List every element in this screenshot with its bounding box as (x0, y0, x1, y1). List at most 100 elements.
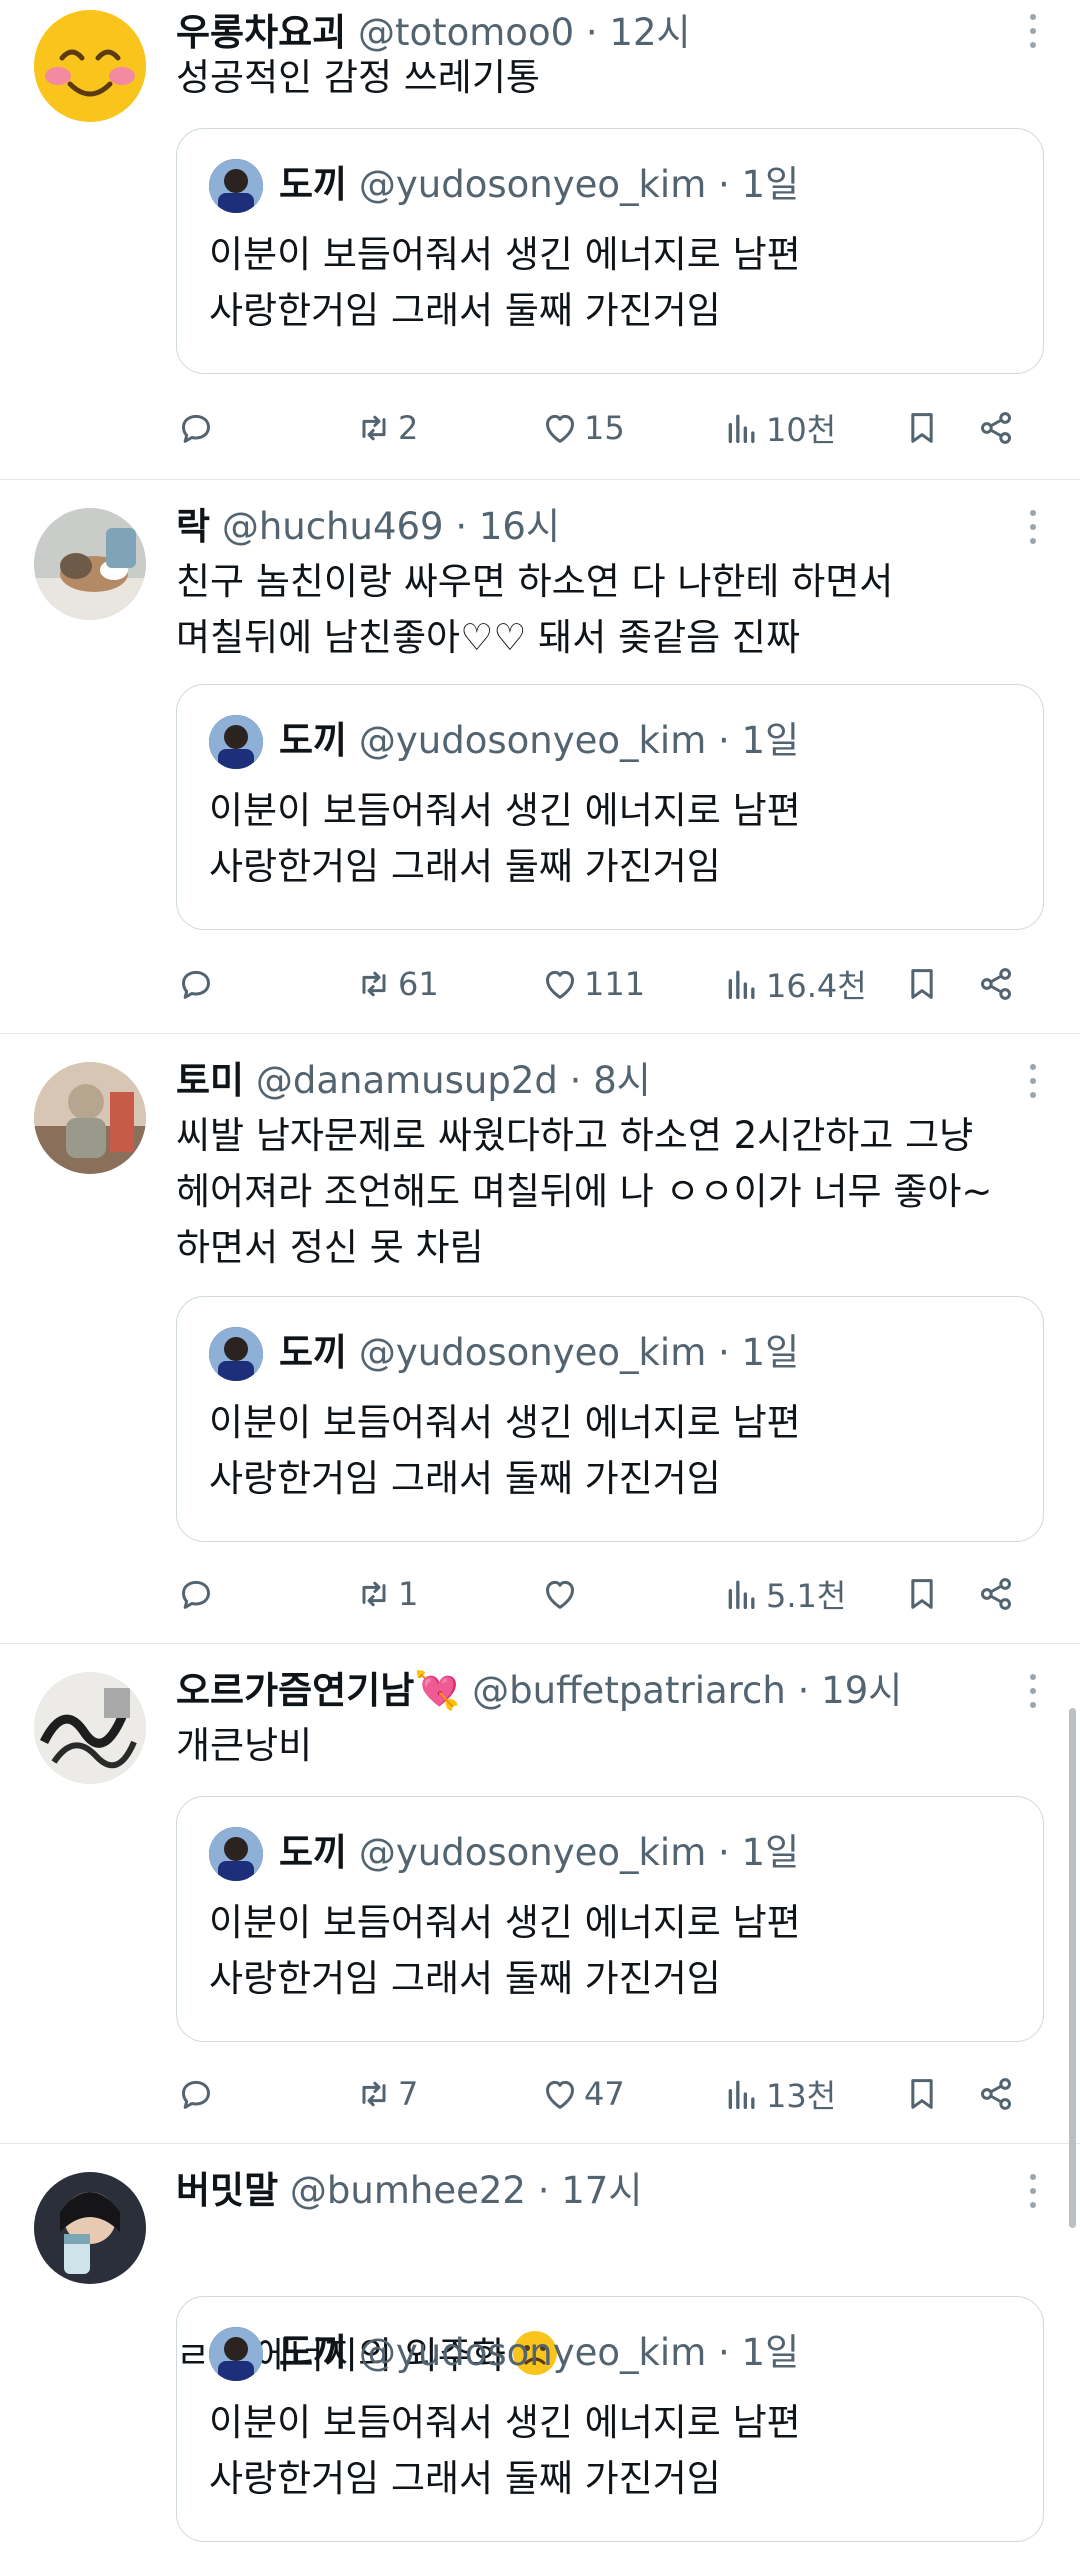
reply-button[interactable] (176, 2064, 220, 2124)
share-button[interactable] (976, 954, 1016, 1014)
reply-icon (182, 414, 210, 443)
avatar[interactable] (34, 1672, 146, 1784)
like-button[interactable]: 47 (540, 2064, 625, 2124)
retweet-button[interactable]: 2 (354, 398, 418, 458)
retweet-button[interactable]: 7 (354, 2064, 418, 2124)
timestamp[interactable]: 19시 (821, 1669, 902, 1712)
bookmark-button[interactable] (902, 1564, 942, 1624)
display-name[interactable]: 토미 (176, 1059, 244, 1102)
quoted-tweet[interactable]: 도끼 @yudosonyeo_kim · 1일 이분이 보듬어줘서 생긴 에너지… (176, 128, 1044, 374)
quoted-timestamp: 1일 (741, 1331, 800, 1374)
more-options-icon[interactable] (1028, 1064, 1038, 1098)
tweet[interactable]: 락 @huchu469 · 16시 친구 놈친이랑 싸우면 하소연 다 나한테 … (0, 480, 1080, 1034)
views-count: 16.4천 (766, 967, 867, 1005)
views-button[interactable]: 16.4천 (722, 954, 867, 1014)
views-chart-icon (728, 1580, 755, 1609)
action-bar: 61 111 16.4천 (176, 954, 1036, 1014)
handle[interactable]: @totomoo0 (358, 11, 574, 54)
avatar[interactable] (34, 1062, 146, 1174)
handle[interactable]: @huchu469 (222, 505, 444, 548)
separator: · (785, 1669, 822, 1712)
retweet-button[interactable]: 1 (354, 1564, 418, 1624)
like-button[interactable]: 15 (540, 398, 625, 458)
quoted-tweet[interactable]: 도끼 @yudosonyeo_kim · 1일 이분이 보듬어줘서 생긴 에너지… (176, 1796, 1044, 2042)
more-options-icon[interactable] (1028, 510, 1038, 544)
display-name[interactable]: 우롱차요괴 (176, 11, 346, 54)
share-icon (981, 968, 1011, 1000)
reply-button[interactable] (176, 954, 220, 1014)
bookmark-button[interactable] (902, 2064, 942, 2124)
views-button[interactable]: 13천 (722, 2064, 836, 2124)
retweet-count: 7 (398, 2075, 419, 2113)
tweet[interactable]: 버밋말 @bumhee22 · 17시 ㄹㅇ 에너지의 외주화 도끼 @yudo… (0, 2144, 1080, 2558)
quoted-tweet[interactable]: 도끼 @yudosonyeo_kim · 1일 이분이 보듬어줘서 생긴 에너지… (176, 2296, 1044, 2542)
quoted-tweet[interactable]: 도끼 @yudosonyeo_kim · 1일 이분이 보듬어줘서 생긴 에너지… (176, 1296, 1044, 1542)
share-icon (981, 2078, 1011, 2110)
like-count: 47 (584, 2075, 625, 2113)
reply-icon (182, 2080, 210, 2109)
reply-button[interactable] (176, 398, 220, 458)
like-button[interactable] (540, 1564, 584, 1624)
quoted-avatar (209, 2327, 263, 2381)
display-name[interactable]: 오르가즘연기남 (176, 1669, 414, 1712)
retweet-button[interactable]: 61 (354, 954, 439, 1014)
share-button[interactable] (976, 2064, 1016, 2124)
quoted-text: 이분이 보듬어줘서 생긴 에너지로 남편 사랑한거임 그래서 둘째 가진거임 (209, 233, 801, 332)
bookmark-button[interactable] (902, 398, 942, 458)
share-icon (981, 412, 1011, 444)
views-button[interactable]: 5.1천 (722, 1564, 846, 1624)
more-options-icon[interactable] (1028, 1674, 1038, 1708)
avatar[interactable] (34, 508, 146, 620)
display-name[interactable]: 락 (176, 505, 210, 548)
handle[interactable]: @danamusup2d (256, 1059, 558, 1102)
quoted-text: 이분이 보듬어줘서 생긴 에너지로 남편 사랑한거임 그래서 둘째 가진거임 (209, 1901, 801, 2000)
retweet-count: 61 (398, 965, 439, 1003)
separator: · (706, 719, 742, 762)
quoted-avatar (209, 715, 263, 769)
avatar[interactable] (34, 10, 146, 122)
heart-icon (546, 2080, 574, 2109)
quoted-tweet[interactable]: 도끼 @yudosonyeo_kim · 1일 이분이 보듬어줘서 생긴 에너지… (176, 684, 1044, 930)
handle[interactable]: @buffetpatriarch (472, 1669, 786, 1712)
quoted-avatar (209, 1327, 263, 1381)
timestamp[interactable]: 8시 (593, 1059, 651, 1102)
tweet-text: 친구 놈친이랑 싸우면 하소연 다 나한테 하면서 며칠뒤에 남친좋아♡♡ 돼서… (176, 560, 894, 659)
share-button[interactable] (976, 398, 1016, 458)
like-count: 111 (584, 965, 646, 1003)
tweet-header: 락 @huchu469 · 16시 (176, 504, 970, 550)
bookmark-button[interactable] (902, 954, 942, 1014)
like-button[interactable]: 111 (540, 954, 645, 1014)
views-count: 10천 (766, 411, 837, 449)
separator: · (525, 2169, 562, 2212)
bookmark-icon (911, 413, 933, 443)
reply-button[interactable] (176, 1564, 220, 1624)
quoted-timestamp: 1일 (741, 163, 800, 206)
quoted-avatar (209, 1827, 263, 1881)
display-name[interactable]: 버밋말 (176, 2169, 278, 2212)
share-button[interactable] (976, 1564, 1016, 1624)
timestamp[interactable]: 17시 (561, 2169, 642, 2212)
more-options-icon[interactable] (1028, 2174, 1038, 2208)
separator: · (557, 1059, 594, 1102)
tweet[interactable]: 오르가즘연기남💘 @buffetpatriarch · 19시 개큰낭비 도끼 … (0, 1644, 1080, 2144)
heart-icon (546, 970, 574, 999)
more-options-icon[interactable] (1028, 14, 1038, 48)
tweet-text: 씨발 남자문제로 싸웠다하고 하소연 2시간하고 그냥 헤어져라 조언해도 며칠… (176, 1114, 993, 1269)
separator: · (706, 2331, 742, 2374)
views-chart-icon (728, 970, 755, 999)
quoted-text: 이분이 보듬어줘서 생긴 에너지로 남편 사랑한거임 그래서 둘째 가진거임 (209, 789, 801, 888)
quoted-header: 도끼 @yudosonyeo_kim · 1일 (279, 1825, 799, 1881)
quoted-text: 이분이 보듬어줘서 생긴 에너지로 남편 사랑한거임 그래서 둘째 가진거임 (209, 1401, 801, 1500)
handle[interactable]: @bumhee22 (290, 2169, 526, 2212)
quoted-display-name: 도끼 (279, 1831, 348, 1874)
scrollbar[interactable] (1069, 1708, 1076, 2228)
tweet[interactable]: 토미 @danamusup2d · 8시 씨발 남자문제로 싸웠다하고 하소연 … (0, 1034, 1080, 1644)
avatar[interactable] (34, 2172, 146, 2284)
person-photo-avatar (34, 1062, 146, 1174)
timestamp[interactable]: 12시 (609, 11, 690, 54)
views-button[interactable]: 10천 (722, 398, 836, 458)
timestamp[interactable]: 16시 (479, 505, 560, 548)
tweet[interactable]: 우롱차요괴 @totomoo0 · 12시 성공적인 감정 쓰레기통 도끼 @y… (0, 0, 1080, 480)
separator: · (443, 505, 479, 548)
quoted-handle: @yudosonyeo_kim (358, 1831, 707, 1874)
